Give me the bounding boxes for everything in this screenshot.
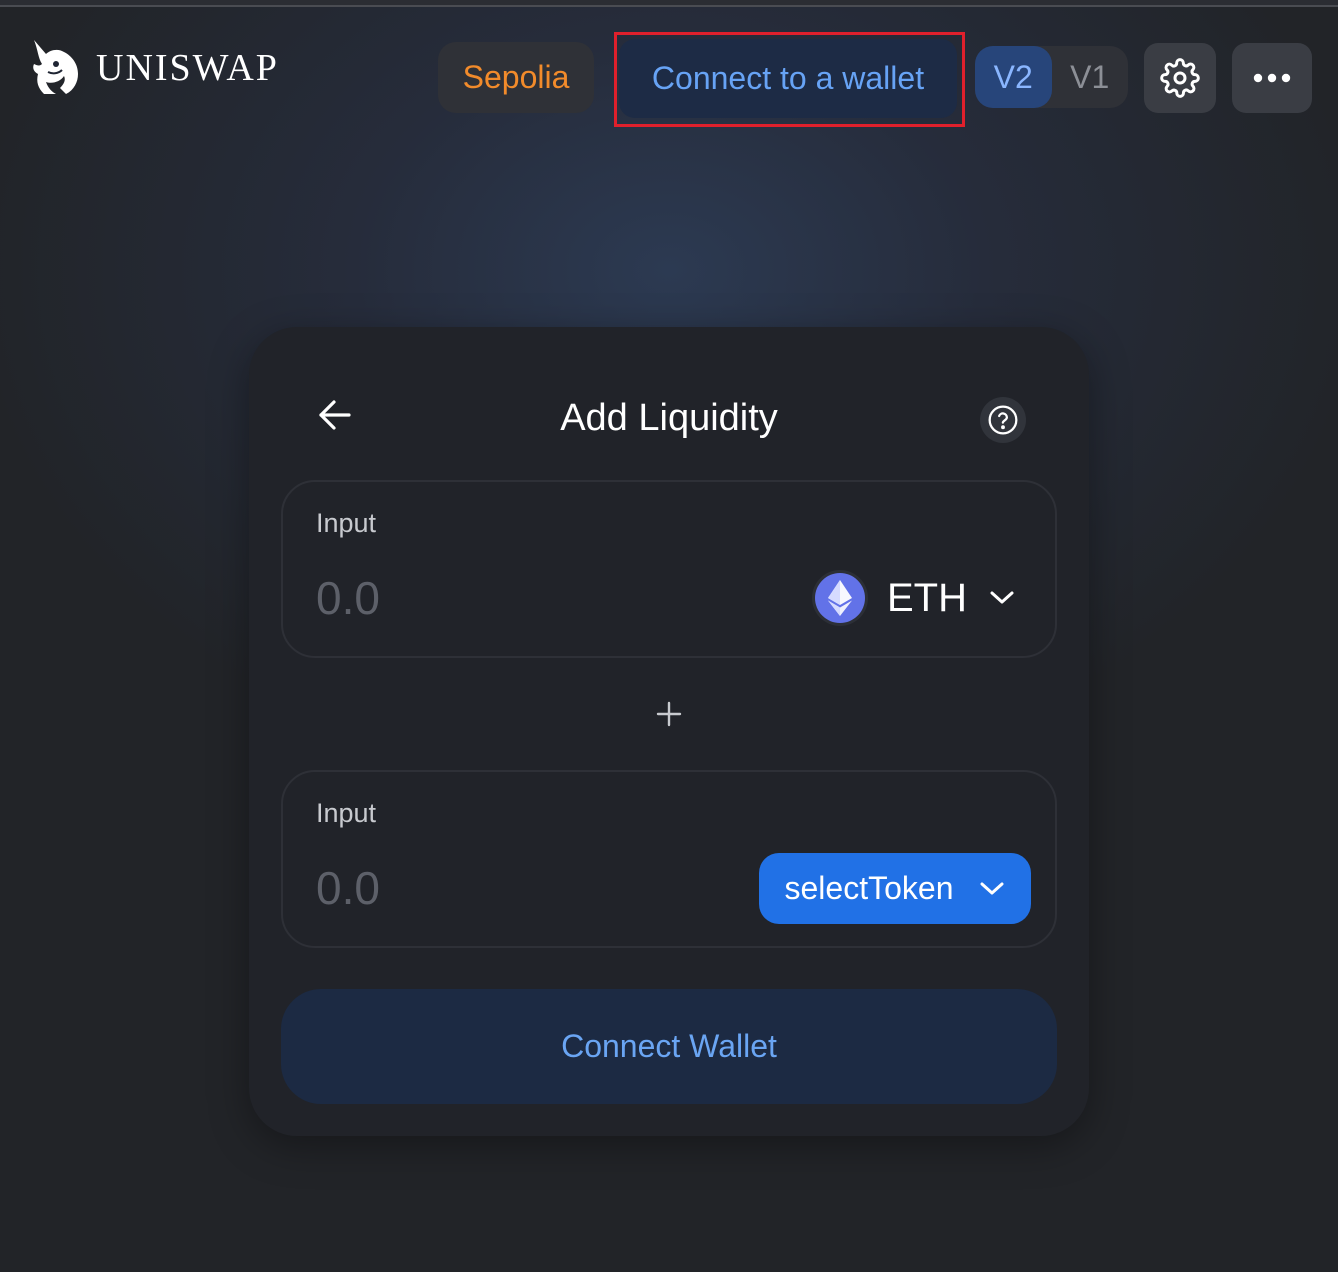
network-badge[interactable]: Sepolia [438, 42, 594, 113]
version-v1-option[interactable]: V1 [1052, 46, 1129, 108]
version-toggle: V2 V1 [975, 46, 1128, 108]
logo-text: UNISWAP [96, 47, 279, 89]
uniswap-logo[interactable]: UNISWAP [30, 38, 279, 98]
token-selector-eth[interactable]: ETH [815, 570, 1015, 626]
connect-wallet-header-button[interactable]: Connect to a wallet [619, 39, 957, 118]
input-panel-2: Input selectToken [281, 770, 1057, 948]
chevron-down-icon [980, 882, 1004, 894]
amount-input-2[interactable] [316, 860, 676, 916]
help-button[interactable] [980, 397, 1026, 443]
unicorn-logo-icon [33, 40, 78, 94]
select-token-label: selectToken [784, 870, 954, 906]
input-panel-1: Input ETH [281, 480, 1057, 658]
chevron-down-icon [990, 591, 1014, 604]
add-liquidity-card: Add Liquidity Input ETH [249, 327, 1089, 1136]
input-label: Input [316, 798, 377, 828]
version-v2-option[interactable]: V2 [975, 46, 1052, 108]
eth-icon [815, 573, 865, 623]
gear-icon [1160, 58, 1200, 98]
token-symbol: ETH [887, 575, 967, 620]
settings-button[interactable] [1144, 43, 1216, 113]
amount-input-1[interactable] [316, 570, 676, 626]
select-token-button[interactable]: selectToken [759, 853, 1031, 924]
input-label: Input [316, 508, 377, 538]
plus-icon [656, 701, 682, 727]
browser-top-edge [0, 0, 1338, 7]
more-menu-button[interactable] [1232, 43, 1312, 113]
more-dots-icon [1253, 73, 1291, 83]
help-icon [988, 405, 1018, 435]
page-title: Add Liquidity [560, 397, 778, 439]
connect-wallet-button[interactable]: Connect Wallet [281, 989, 1057, 1104]
